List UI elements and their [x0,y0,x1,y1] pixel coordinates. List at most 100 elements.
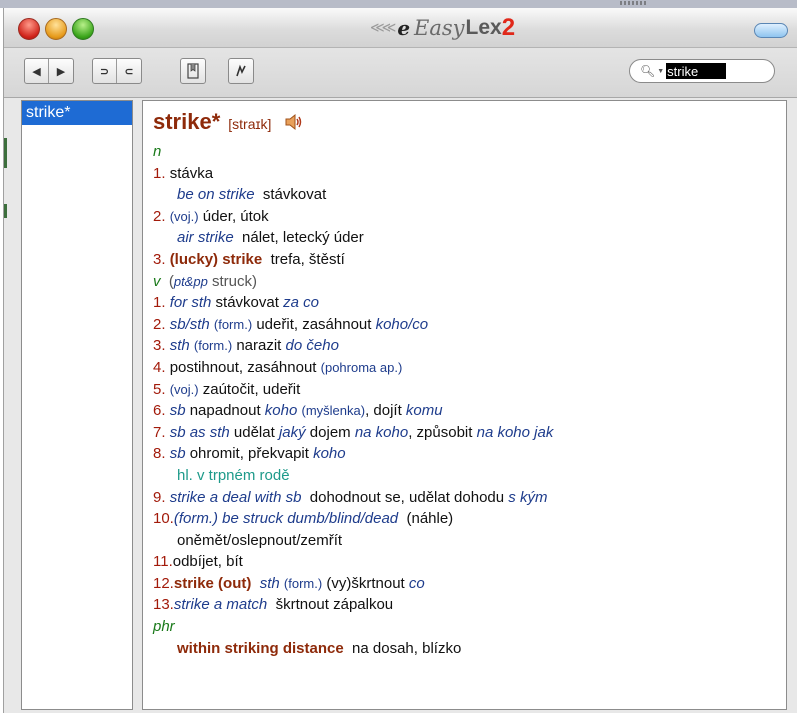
example-phrase-2: koho [313,445,346,463]
sense-text: stávkovat [215,294,279,312]
example-phrase: strike a match [173,596,268,614]
sense-number: 3. [153,250,166,268]
sense-number: 2. [153,315,166,333]
sense-continuation: oněmět/oslepnout/zemřít [177,531,343,549]
sense-number: 12. [153,574,174,592]
example-phrase-3: s kým [508,488,548,506]
example-line: be on strike stávkovat [153,184,786,206]
sense-line: 10.(form.) be struck dumb/blind/dead (ná… [153,508,786,530]
pronunciation: [straɪk] [228,116,272,132]
logo-e-mark: e [397,16,411,40]
undo-button[interactable]: ⊃ [93,59,117,83]
bookmark-group [180,58,206,84]
search-menu-caret-icon[interactable]: ▼ [657,68,664,75]
sense-line: 1. for sth stávkovat za co [153,292,786,314]
verb-forms-label: pt&pp [173,273,208,289]
sense-text: zaútočit, udeřit [202,380,301,398]
title-bar[interactable]: ≪≪ e Easy Lex 2 [4,8,797,48]
sense-line: 5. (voj.) zaútočit, udeřit [153,379,786,401]
example-phrase-4: na koho jak [476,423,554,441]
sense-number: 13. [153,596,174,614]
undo-icon: ⊃ [99,65,110,78]
phrase-bold: strike (out) [173,574,252,592]
sense-line: 2. (voj.) úder, útok [153,206,786,228]
logo-lex-text: Lex [465,16,502,39]
back-button[interactable]: ◀ [25,59,49,83]
sense-number: 11. [153,553,173,571]
sense-line: 11.odbíjet, bít [153,551,786,573]
sense-text: dohodnout se, udělat dohodu [309,488,505,506]
arrow-left-icon: ◀ [32,65,41,78]
pos-noun: n [153,143,162,160]
sense-number: 1. [153,294,166,312]
sense-line: 3. (lucky) strike trefa, štěstí [153,249,786,271]
desktop-top-strip [0,0,797,8]
example-phrase: sb [169,402,186,420]
bookmark-button[interactable] [181,59,205,83]
usage-hint: (voj.) [169,208,199,224]
example-phrase-3: na koho [354,423,409,441]
sense-text: škrtnout zápalkou [275,596,394,614]
pos-phrase: phr [153,618,175,636]
sense-number: 1. [153,164,166,182]
sense-number: 3. [153,337,166,355]
usage-hint: (pohroma ap.) [320,359,403,375]
sense-text: trefa, štěstí [270,250,345,268]
search-field[interactable]: 🔍︎ ▼ [629,59,775,83]
example-translation: nálet, letecký úder [242,229,364,247]
pos-verb-line: v (pt&pp struck) [153,271,786,293]
headword: strike* [153,109,221,134]
sense-text: odbíjet, bít [172,553,243,571]
background-window-edge-2 [4,204,7,218]
search-icon: 🔍︎ [640,64,656,78]
sense-text: postihnout, zasáhnout [169,358,317,376]
flash-button[interactable] [229,59,253,83]
sense-text-2: dojem [309,423,351,441]
sense-line: 8. sb ohromit, překvapit koho [153,443,786,465]
speaker-icon[interactable] [283,113,305,131]
sense-line: 9. strike a deal with sb dohodnout se, u… [153,487,786,509]
usage-hint: (form.) [193,338,233,354]
example-phrase: sth [169,337,190,355]
phrase-bold: (lucky) strike [169,250,263,268]
sense-text: úder, útok [202,207,269,225]
redo-button[interactable]: ⊂ [117,59,141,83]
phrase-line: within striking distance na dosah, blízk… [153,638,786,660]
example-phrase-3: komu [405,402,443,420]
background-window-edge [4,138,7,168]
phrase-bold: within striking distance [177,639,344,657]
forward-button[interactable]: ▶ [49,59,73,83]
sense-number: 4. [153,358,166,376]
logo-speed-marks-icon: ≪≪ [370,20,396,36]
search-input[interactable] [666,63,727,79]
sense-number: 7. [153,423,166,441]
example-phrase-2: do čeho [285,337,339,355]
word-list-item-selected[interactable]: strike* [22,101,132,125]
redo-icon: ⊂ [124,65,134,78]
close-window-button[interactable] [18,18,40,40]
example-line: air strike nálet, letecký úder [153,227,786,249]
example-phrase: sb as sth [169,423,230,441]
history-group: ⊃ ⊂ [92,58,142,84]
word-list[interactable]: strike* [21,100,133,710]
sense-number: 10. [153,510,174,528]
example-phrase-2: koho [264,402,298,420]
sense-text: udeřit, zasáhnout [256,315,372,333]
toolbar-toggle-button[interactable] [754,23,788,38]
example-phrase-2: jaký [278,423,306,441]
arrow-right-icon: ▶ [56,65,66,78]
minimize-window-button[interactable] [45,18,67,40]
app-logo: ≪≪ e Easy Lex 2 [370,14,515,42]
flash-icon [236,64,246,77]
sense-line: 2. sb/sth (form.) udeřit, zasáhnout koho… [153,314,786,336]
usage-hint: (myšlenka) [301,403,366,419]
sense-text: narazit [236,337,282,355]
example-phrase: air strike [177,229,234,247]
example-phrase-2: koho/co [375,315,429,333]
navigation-group: ◀ ▶ [24,58,74,84]
sense-number: 6. [153,402,166,420]
example-phrase: for sth [169,294,212,312]
toolbar: ◀ ▶ ⊃ ⊂ 🔍︎ ▼ [4,48,797,98]
usage-hint: (form.) [283,575,323,591]
zoom-window-button[interactable] [72,18,94,40]
